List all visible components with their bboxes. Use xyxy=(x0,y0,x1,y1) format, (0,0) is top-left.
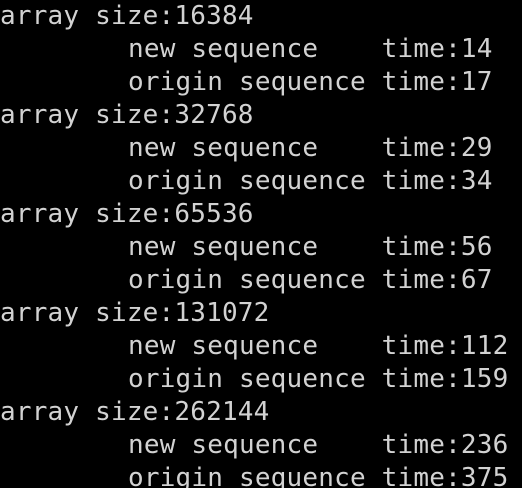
output-line: new sequence time:56 xyxy=(128,232,493,262)
console-window[interactable]: array size:16384 new sequence time:14 or… xyxy=(0,0,522,488)
output-line: new sequence time:236 xyxy=(128,430,509,460)
output-line: origin sequence time:159 xyxy=(128,364,509,394)
output-line: new sequence time:29 xyxy=(128,133,493,163)
output-line: origin sequence time:34 xyxy=(128,166,493,196)
output-line: array size:16384 xyxy=(0,1,254,31)
output-line: origin sequence time:67 xyxy=(128,265,493,295)
output-line: new sequence time:14 xyxy=(128,34,493,64)
output-line: new sequence time:112 xyxy=(128,331,509,361)
output-line: array size:32768 xyxy=(0,100,254,130)
output-line: array size:65536 xyxy=(0,199,254,229)
output-line: origin sequence time:375 xyxy=(128,463,509,488)
output-line: origin sequence time:17 xyxy=(128,67,493,97)
output-line: array size:131072 xyxy=(0,298,270,328)
output-line: array size:262144 xyxy=(0,397,270,427)
